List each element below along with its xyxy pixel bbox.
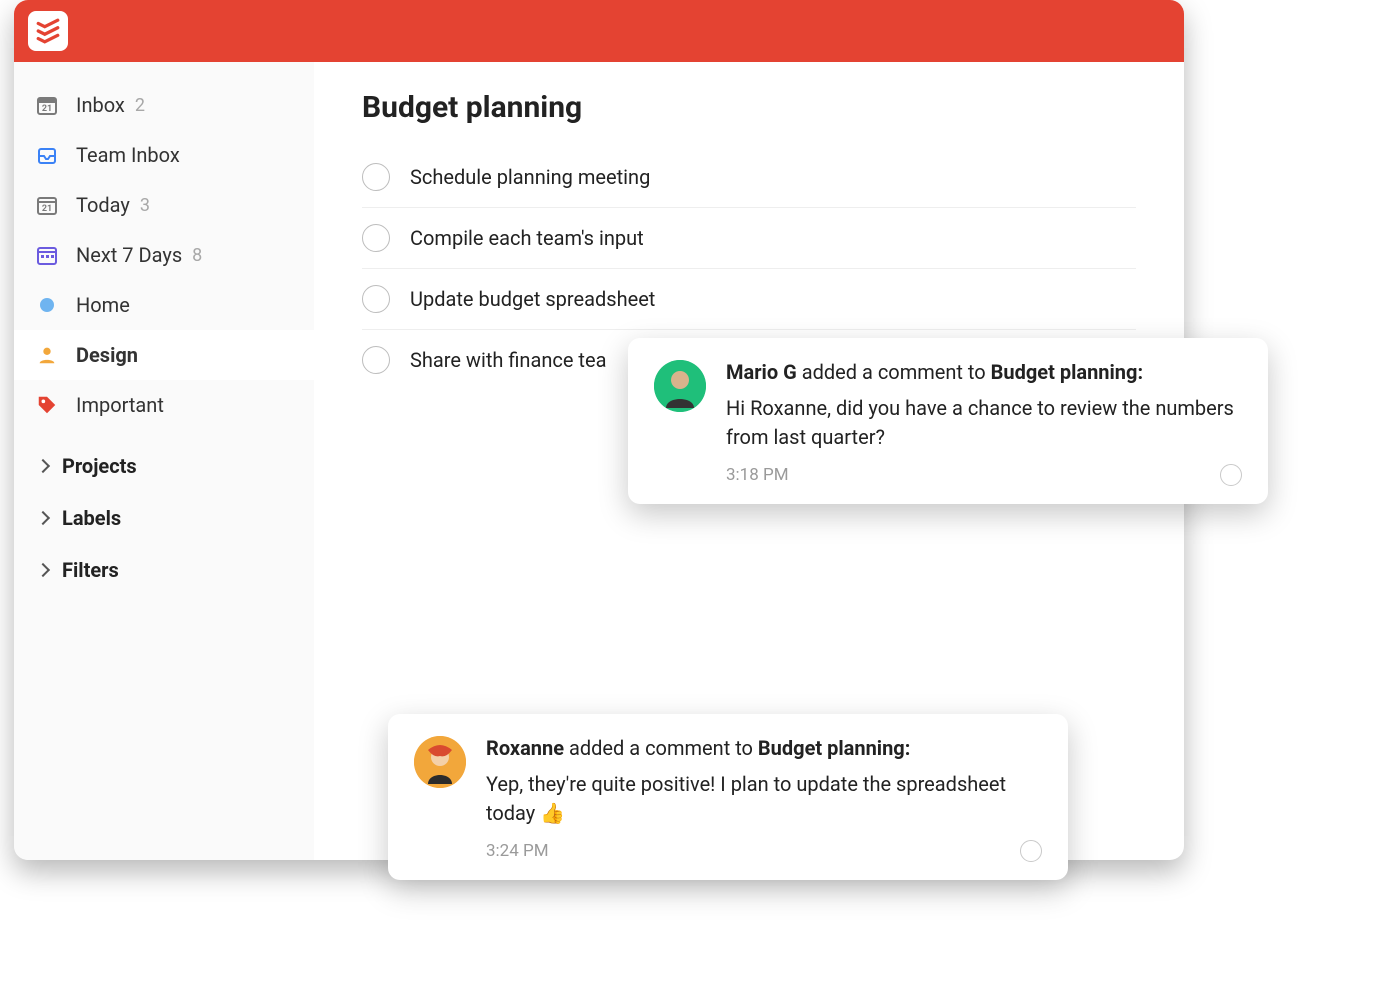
chevron-right-icon [36,563,50,577]
todoist-logo-icon [35,18,61,44]
today-icon: 21 [34,192,60,218]
notification-time: 3:24 PM [486,841,549,861]
notification-card[interactable]: Roxanne added a comment to Budget planni… [388,714,1068,880]
sidebar-item-home[interactable]: Home [14,280,314,330]
app-logo[interactable] [28,11,68,51]
sidebar-item-label: Home [76,293,130,317]
project-title: Budget planning [362,90,1136,125]
task-checkbox[interactable] [362,346,390,374]
sidebar-item-next-7-days[interactable]: Next 7 Days 8 [14,230,314,280]
notification-body: Roxanne added a comment to Budget planni… [486,736,1042,862]
notification-target: Budget planning: [991,360,1143,384]
notification-body: Mario G added a comment to Budget planni… [726,360,1242,486]
chevron-right-icon [36,511,50,525]
dismiss-button[interactable] [1020,840,1042,862]
notification-author: Roxanne [486,736,564,760]
team-inbox-icon [34,142,60,168]
topbar [14,0,1184,62]
task-checkbox[interactable] [362,224,390,252]
sidebar-item-label: Design [76,343,138,367]
task-label: Schedule planning meeting [410,165,650,189]
notification-time: 3:18 PM [726,465,789,485]
sidebar-section-labels[interactable]: Labels [14,492,314,544]
avatar [414,736,466,788]
sidebar-item-count: 3 [140,195,150,216]
project-dot-icon [34,292,60,318]
notification-action: added a comment to [802,360,986,384]
avatar [654,360,706,412]
task-checkbox[interactable] [362,163,390,191]
tag-icon [34,392,60,418]
notification-text: Hi Roxanne, did you have a chance to rev… [726,394,1242,452]
sidebar-item-team-inbox[interactable]: Team Inbox [14,130,314,180]
svg-text:21: 21 [42,104,52,114]
notification-author: Mario G [726,360,797,384]
sidebar-section-label: Filters [62,558,119,582]
person-icon [34,342,60,368]
notification-action: added a comment to [569,736,753,760]
sidebar: 21 Inbox 2 Team Inbox 21 Today 3 [14,62,314,860]
sidebar-section-label: Labels [62,506,121,530]
sidebar-section-projects[interactable]: Projects [14,440,314,492]
sidebar-item-inbox[interactable]: 21 Inbox 2 [14,80,314,130]
sidebar-item-label: Inbox [76,93,125,117]
task-label: Share with finance tea [410,348,606,372]
notification-header: Roxanne added a comment to Budget planni… [486,736,1042,760]
chevron-right-icon [36,459,50,473]
inbox-icon: 21 [34,92,60,118]
task-label: Compile each team's input [410,226,644,250]
svg-text:21: 21 [42,204,52,214]
next-7-days-icon [34,242,60,268]
sidebar-item-design[interactable]: Design [14,330,314,380]
sidebar-item-label: Today [76,193,130,217]
dismiss-button[interactable] [1220,464,1242,486]
sidebar-section-filters[interactable]: Filters [14,544,314,596]
sidebar-item-label: Team Inbox [76,143,180,167]
notification-target: Budget planning: [758,736,910,760]
notification-card[interactable]: Mario G added a comment to Budget planni… [628,338,1268,504]
sidebar-item-count: 2 [135,95,145,116]
sidebar-section-label: Projects [62,454,137,478]
task-row[interactable]: Update budget spreadsheet [362,269,1136,330]
task-row[interactable]: Compile each team's input [362,208,1136,269]
sidebar-item-important[interactable]: Important [14,380,314,430]
sidebar-item-label: Next 7 Days [76,243,182,267]
sidebar-item-today[interactable]: 21 Today 3 [14,180,314,230]
notification-header: Mario G added a comment to Budget planni… [726,360,1242,384]
sidebar-item-label: Important [76,393,164,417]
notification-text: Yep, they're quite positive! I plan to u… [486,770,1042,828]
task-checkbox[interactable] [362,285,390,313]
task-row[interactable]: Schedule planning meeting [362,147,1136,208]
task-label: Update budget spreadsheet [410,287,655,311]
sidebar-item-count: 8 [192,245,202,266]
